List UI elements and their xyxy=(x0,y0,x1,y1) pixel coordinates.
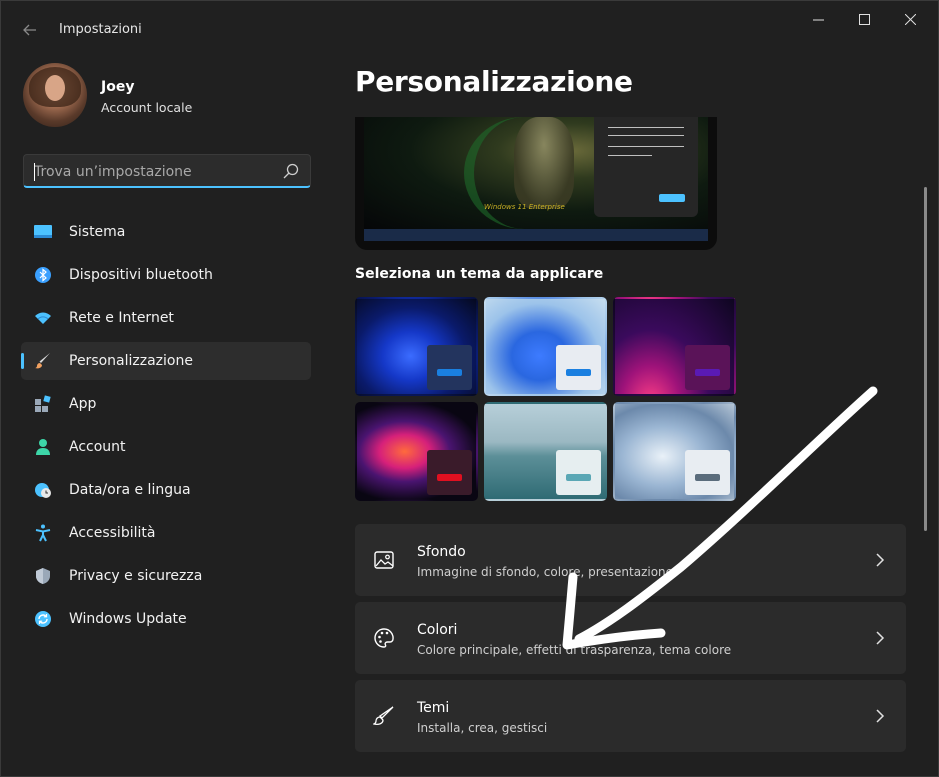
apps-icon xyxy=(33,394,53,414)
theme-accent-bar xyxy=(695,369,720,376)
theme-accent-bar xyxy=(437,474,462,481)
sidebar-item-app[interactable]: App xyxy=(21,385,311,423)
setting-sfondo[interactable]: Sfondo Immagine di sfondo, colore, prese… xyxy=(355,524,906,596)
brush-icon xyxy=(373,706,394,726)
theme-swatch xyxy=(685,345,730,390)
setting-title: Sfondo xyxy=(417,544,466,560)
setting-description: Installa, crea, gestisci xyxy=(417,721,548,735)
search-icon[interactable] xyxy=(282,162,300,180)
person-icon xyxy=(33,437,53,457)
theme-flow[interactable] xyxy=(613,402,736,501)
setting-description: Immagine di sfondo, colore, presentazion… xyxy=(417,565,674,579)
setting-temi[interactable]: Temi Installa, crea, gestisci xyxy=(355,680,906,752)
accessibility-icon xyxy=(33,523,53,543)
sidebar-item-rete[interactable]: Rete e Internet xyxy=(21,299,311,337)
sidebar-item-account[interactable]: Account xyxy=(21,428,311,466)
preview-line xyxy=(608,127,684,128)
theme-accent-bar xyxy=(695,474,720,481)
preview-figure xyxy=(514,117,574,209)
preview-line xyxy=(608,146,684,147)
sidebar-item-label: Personalizzazione xyxy=(69,353,193,369)
sidebar-item-bluetooth[interactable]: Dispositivi bluetooth xyxy=(21,256,311,294)
sidebar-item-data-ora[interactable]: Data/ora e lingua xyxy=(21,471,311,509)
maximize-icon xyxy=(858,13,870,25)
theme-windows-light[interactable] xyxy=(484,297,607,396)
text-caret xyxy=(34,163,35,181)
sidebar-item-accessibilita[interactable]: Accessibilità xyxy=(21,514,311,552)
sidebar-item-label: Sistema xyxy=(69,224,126,240)
theme-windows-dark[interactable] xyxy=(355,297,478,396)
globe-clock-icon xyxy=(33,480,53,500)
palette-icon xyxy=(374,628,394,648)
theme-captured-motion[interactable] xyxy=(355,402,478,501)
minimize-icon xyxy=(812,19,824,20)
sidebar-item-label: Account xyxy=(69,439,126,455)
setting-title: Temi xyxy=(417,700,450,716)
update-icon xyxy=(33,609,53,629)
chevron-right-icon xyxy=(876,631,885,645)
theme-swatch xyxy=(427,345,472,390)
maximize-button[interactable] xyxy=(841,1,887,37)
system-icon xyxy=(33,222,53,242)
theme-swatch xyxy=(685,450,730,495)
wifi-icon xyxy=(33,308,53,328)
minimize-button[interactable] xyxy=(795,1,841,37)
themes-heading: Seleziona un tema da applicare xyxy=(355,266,604,282)
app-title: Impostazioni xyxy=(59,22,142,37)
chevron-right-icon xyxy=(876,553,885,567)
avatar[interactable] xyxy=(23,63,87,127)
sidebar-item-sistema[interactable]: Sistema xyxy=(21,213,311,251)
theme-accent-bar xyxy=(566,474,591,481)
account-type: Account locale xyxy=(101,100,193,115)
avatar-face xyxy=(45,75,65,101)
page-title: Personalizzazione xyxy=(355,65,633,98)
theme-swatch xyxy=(427,450,472,495)
preview-taskbar xyxy=(364,229,708,241)
sidebar-item-windows-update[interactable]: Windows Update xyxy=(21,600,311,638)
preview-watermark: Windows 11 Enterprise xyxy=(484,203,565,211)
search-input[interactable] xyxy=(34,162,274,182)
sidebar-item-label: App xyxy=(69,396,97,412)
search-box[interactable] xyxy=(23,154,311,188)
setting-colori[interactable]: Colori Colore principale, effetti di tra… xyxy=(355,602,906,674)
setting-title: Colori xyxy=(417,622,458,638)
sidebar-item-label: Rete e Internet xyxy=(69,310,174,326)
chevron-right-icon xyxy=(876,709,885,723)
settings-window: Impostazioni Joey Account locale Sis xyxy=(0,0,939,777)
preview-button xyxy=(659,194,685,202)
preview-line xyxy=(608,135,684,136)
back-button[interactable] xyxy=(15,15,45,45)
sidebar-item-label: Windows Update xyxy=(69,611,187,627)
theme-accent-bar xyxy=(566,369,591,376)
sidebar-item-label: Dispositivi bluetooth xyxy=(69,267,213,283)
sidebar-item-personalizzazione[interactable]: Personalizzazione xyxy=(21,342,311,380)
theme-swatch xyxy=(556,345,601,390)
sidebar-item-label: Privacy e sicurezza xyxy=(69,568,203,584)
theme-sunrise[interactable] xyxy=(484,402,607,501)
theme-glow[interactable] xyxy=(613,297,736,396)
title-bar: Impostazioni xyxy=(1,1,938,47)
image-icon xyxy=(374,551,394,569)
theme-preview: Windows 11 Enterprise xyxy=(355,117,717,250)
sidebar-item-privacy[interactable]: Privacy e sicurezza xyxy=(21,557,311,595)
setting-description: Colore principale, effetti di trasparenz… xyxy=(417,643,732,657)
close-icon xyxy=(904,13,916,25)
sidebar-item-label: Data/ora e lingua xyxy=(69,482,191,498)
theme-swatch xyxy=(556,450,601,495)
preview-line xyxy=(608,155,652,156)
user-name: Joey xyxy=(101,79,135,95)
theme-accent-bar xyxy=(437,369,462,376)
bluetooth-icon xyxy=(33,265,53,285)
shield-icon xyxy=(33,566,53,586)
sidebar-item-label: Accessibilità xyxy=(69,525,156,541)
close-button[interactable] xyxy=(887,1,933,37)
scrollbar-thumb[interactable] xyxy=(924,187,927,531)
back-arrow-icon xyxy=(23,24,36,36)
preview-window xyxy=(594,117,698,217)
sidebar-nav: Sistema Dispositivi bluetooth Rete e Int… xyxy=(21,213,311,643)
brush-icon xyxy=(33,351,53,371)
